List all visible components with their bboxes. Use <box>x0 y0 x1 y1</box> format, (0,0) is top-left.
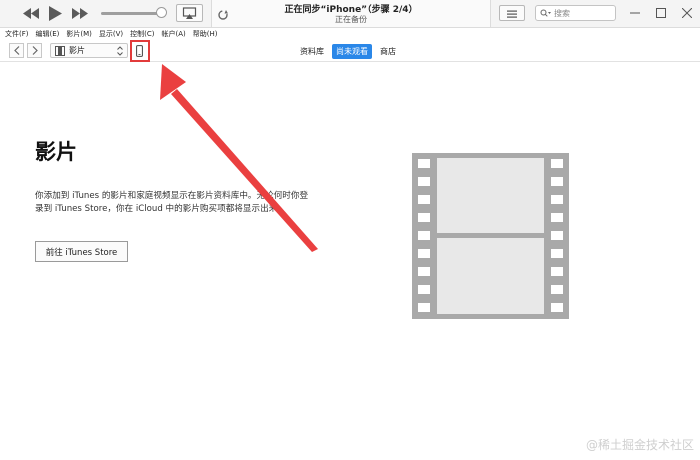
menu-edit[interactable]: 编辑(E) <box>36 29 60 39</box>
media-kind-label: 影片 <box>69 46 85 55</box>
volume-knob[interactable] <box>156 7 167 18</box>
status-display: 正在同步“iPhone”（步骤 2/4） 正在备份 <box>211 0 491 27</box>
film-icon <box>55 45 65 56</box>
search-icon <box>540 9 551 17</box>
back-button[interactable] <box>9 43 24 58</box>
menu-controls[interactable]: 控制(C) <box>130 29 154 39</box>
menu-view[interactable]: 显示(V) <box>99 29 123 39</box>
tab-library[interactable]: 资料库 <box>296 44 328 59</box>
itunes-window: 正在同步“iPhone”（步骤 2/4） 正在备份 搜索 文件(F) 编辑(E)… <box>0 0 700 460</box>
close-button[interactable] <box>674 4 700 22</box>
chevron-right-icon <box>32 46 38 55</box>
search-field[interactable] <box>535 5 616 21</box>
minimize-button[interactable] <box>622 4 648 22</box>
menu-account[interactable]: 帐户(A) <box>162 29 186 39</box>
airplay-button[interactable] <box>176 4 203 22</box>
maximize-button[interactable] <box>648 4 674 22</box>
library-tabs: 资料库 尚未观看 商店 <box>296 44 400 59</box>
fast-forward-icon <box>72 7 88 19</box>
chevron-left-icon <box>13 46 19 55</box>
volume-slider[interactable] <box>101 12 163 15</box>
device-button[interactable] <box>131 42 148 59</box>
menu-file[interactable]: 文件(F) <box>5 29 29 39</box>
menu-movies[interactable]: 影片(M) <box>66 29 92 39</box>
rewind-button[interactable] <box>22 5 40 21</box>
annotation-arrow <box>160 64 318 252</box>
player-bar: 正在同步“iPhone”（步骤 2/4） 正在备份 <box>0 0 700 28</box>
description-line: 你添加到 iTunes 的影片和家庭视频显示在影片资料库中。无论何时你登 <box>35 191 309 201</box>
menu-help[interactable]: 帮助(H) <box>193 29 218 39</box>
page-description: 你添加到 iTunes 的影片和家庭视频显示在影片资料库中。无论何时你登 录到 … <box>35 190 335 216</box>
airplay-icon <box>182 7 197 19</box>
maximize-icon <box>656 8 666 18</box>
description-line: 录到 iTunes Store，你在 iCloud 中的影片购买项都将显示出来。 <box>35 204 286 214</box>
minimize-icon <box>630 12 640 14</box>
media-kind-select[interactable]: 影片 <box>50 43 128 58</box>
menu-bar: 文件(F) 编辑(E) 影片(M) 显示(V) 控制(C) 帐户(A) 帮助(H… <box>0 28 700 40</box>
play-button[interactable] <box>46 5 64 21</box>
sync-status-subtitle: 正在备份 <box>335 15 367 24</box>
film-strip-icon <box>412 153 569 319</box>
play-icon <box>48 5 62 21</box>
up-next-button[interactable] <box>499 5 525 21</box>
page-title: 影片 <box>35 140 77 164</box>
watermark: @稀土掘金技术社区 <box>585 438 694 452</box>
rewind-icon <box>23 7 39 19</box>
toolbar: 影片 资料库 尚未观看 商店 <box>0 41 700 62</box>
search-input[interactable] <box>551 8 614 18</box>
forward-button[interactable] <box>27 43 42 58</box>
tab-store[interactable]: 商店 <box>376 44 400 59</box>
chevron-updown-icon <box>117 45 123 56</box>
close-icon <box>682 8 692 18</box>
list-icon <box>507 10 517 18</box>
go-to-itunes-store-button[interactable]: 前往 iTunes Store <box>35 241 128 262</box>
iphone-icon <box>136 44 143 57</box>
tab-unwatched[interactable]: 尚未观看 <box>332 44 372 59</box>
fast-forward-button[interactable] <box>71 5 89 21</box>
